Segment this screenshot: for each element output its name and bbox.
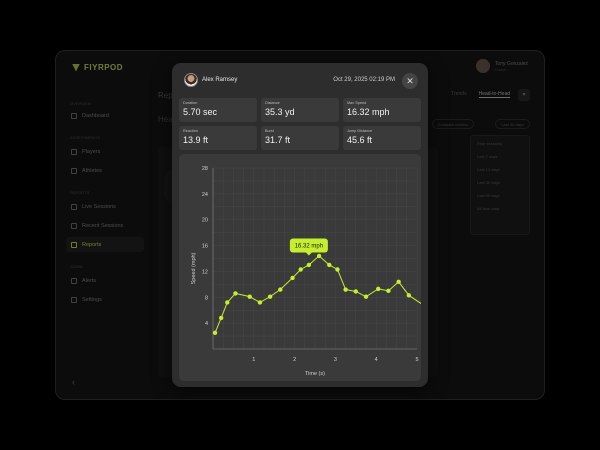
data-point[interactable] [247,294,252,299]
stat-label: Jump Distance [347,129,373,133]
y-tick-label: 12 [202,269,208,275]
tooltip-label: 16.32 mph [295,244,323,250]
stat-label: Burst [265,129,274,133]
stat-card-distance: Distance 35.3 yd [261,98,339,122]
x-tick-label: 1 [252,357,255,363]
stat-label: Max Speed [347,101,367,105]
y-tick-label: 8 [205,295,208,301]
speed-series-line [214,255,421,334]
stat-card-burst: Burst 31.7 ft [261,126,339,150]
data-point[interactable] [212,330,218,336]
stat-label: Duration [183,101,198,105]
x-tick-label: 2 [293,357,296,363]
stat-label: Reaction [183,129,198,133]
y-tick-label: 4 [205,321,208,327]
data-point[interactable] [363,294,369,299]
data-point[interactable] [343,287,348,292]
data-point[interactable] [298,267,303,272]
data-point[interactable] [290,275,295,281]
session-detail-modal: Alex Ramsey Oct 29, 2025 02:19 PM ✕ Dura… [172,63,428,387]
x-tick-label: 5 [415,357,418,363]
data-point[interactable] [386,288,391,294]
session-timestamp: Oct 29, 2025 02:19 PM [333,77,395,83]
y-tick-label: 20 [202,218,208,224]
tooltip-pointer [305,252,312,256]
stat-card-jump-distance: Jump Distance 45.6 ft [343,126,421,150]
data-point[interactable] [376,286,381,292]
data-point[interactable] [306,262,312,268]
stat-card-max-speed: Max Speed 16.32 mph [343,98,421,122]
stat-card-duration: Duration 5.70 sec [179,98,257,122]
speed-chart-card: 4 8 12 16 20 24 28 1 2 3 4 5 Time (s) Speed (mph) 16.3… [179,154,421,381]
x-tick-label: 4 [375,357,378,363]
x-axis-label: Time (s) [305,371,325,377]
stat-label: Distance [265,101,280,105]
data-point[interactable] [396,279,401,284]
data-point[interactable] [225,300,230,305]
data-point[interactable] [406,293,412,298]
data-point[interactable] [353,289,358,294]
y-tick-label: 24 [202,192,208,198]
stat-value: 35.3 yd [265,107,295,117]
data-point[interactable] [257,300,263,305]
y-tick-label: 28 [202,166,208,172]
x-tick-label: 3 [334,357,337,363]
data-point[interactable] [316,253,322,259]
data-point[interactable] [335,267,340,272]
athlete-avatar [184,73,198,87]
speed-chart: 4812162024281 2 3 4 5Time (s)Speed (mph)16.3… [191,166,421,377]
data-point[interactable] [218,315,224,321]
data-point[interactable] [278,287,283,292]
data-point[interactable] [267,294,273,299]
stat-value: 45.6 ft [347,135,373,145]
close-icon[interactable]: ✕ [402,73,418,89]
data-point[interactable] [327,262,332,268]
stat-card-reaction: Reaction 13.9 ft [179,126,257,150]
stat-value: 16.32 mph [347,107,390,117]
y-axis-label: Speed (mph) [191,252,197,284]
y-tick-label: 16 [202,244,208,250]
athlete-name: Alex Ramsey [202,77,238,83]
stat-value: 5.70 sec [183,107,218,117]
stat-value: 13.9 ft [183,135,209,145]
data-point[interactable] [233,291,238,296]
stat-value: 31.7 ft [265,135,291,145]
